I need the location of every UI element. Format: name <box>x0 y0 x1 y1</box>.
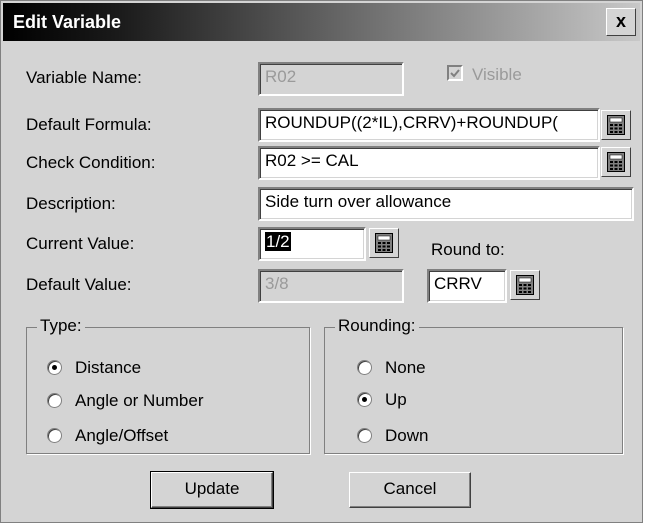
calculator-icon <box>607 115 625 135</box>
current-value-text: 1/2 <box>265 232 291 251</box>
type-group-label: Type: <box>37 316 85 336</box>
type-option-label: Angle/Offset <box>75 426 169 445</box>
rounding-option-label: Up <box>385 390 407 409</box>
rounding-group: Rounding: None Up Down <box>324 316 623 454</box>
default-value-field[interactable]: 3/8 <box>258 269 404 303</box>
title-bar[interactable]: Edit Variable x <box>3 3 640 41</box>
calculator-icon <box>375 233 393 253</box>
rounding-option-label: None <box>385 358 426 377</box>
radio-button[interactable] <box>357 360 372 375</box>
default-formula-label: Default Formula: <box>26 115 152 134</box>
description-field[interactable]: Side turn over allowance <box>258 187 634 221</box>
type-option-label: Angle or Number <box>75 391 204 410</box>
rounding-group-label: Rounding: <box>335 316 419 336</box>
current-value-field[interactable]: 1/2 <box>258 227 366 261</box>
default-value-label: Default Value: <box>26 275 132 294</box>
type-option-label: Distance <box>75 358 142 377</box>
calculator-icon <box>607 152 625 172</box>
radio-button[interactable] <box>357 428 372 443</box>
round-to-field[interactable]: CRRV <box>427 269 507 303</box>
radio-button[interactable] <box>47 393 62 408</box>
update-button[interactable]: Update <box>150 471 274 509</box>
description-label: Description: <box>26 194 116 213</box>
variable-name-label: Variable Name: <box>26 68 142 87</box>
check-condition-field[interactable]: R02 >= CAL <box>258 146 600 180</box>
current-value-calculator-button[interactable] <box>369 228 399 258</box>
checkmark-icon <box>450 69 460 78</box>
visible-label: Visible <box>472 65 522 84</box>
rounding-option-label: Down <box>385 426 429 445</box>
round-to-calculator-button[interactable] <box>510 270 540 300</box>
cancel-button[interactable]: Cancel <box>349 472 471 508</box>
radio-button[interactable] <box>357 392 372 407</box>
edit-variable-dialog: Edit Variable x Variable Name: R02 Visib… <box>0 0 643 523</box>
visible-checkbox[interactable] <box>447 65 463 81</box>
round-to-label: Round to: <box>431 240 505 259</box>
default-formula-field[interactable]: ROUNDUP((2*IL),CRRV)+ROUNDUP( <box>258 108 600 142</box>
default-formula-calculator-button[interactable] <box>601 110 631 140</box>
variable-name-field[interactable]: R02 <box>258 62 404 96</box>
window-title: Edit Variable <box>13 12 122 32</box>
check-condition-calculator-button[interactable] <box>601 147 631 177</box>
radio-button[interactable] <box>47 360 62 375</box>
radio-button[interactable] <box>47 428 62 443</box>
type-group: Type: Distance Angle or Number Angle/Off… <box>26 316 310 454</box>
close-icon: x <box>615 11 626 31</box>
calculator-icon <box>516 275 534 295</box>
current-value-label: Current Value: <box>26 234 135 253</box>
close-button[interactable]: x <box>606 8 636 36</box>
check-condition-label: Check Condition: <box>26 153 156 172</box>
